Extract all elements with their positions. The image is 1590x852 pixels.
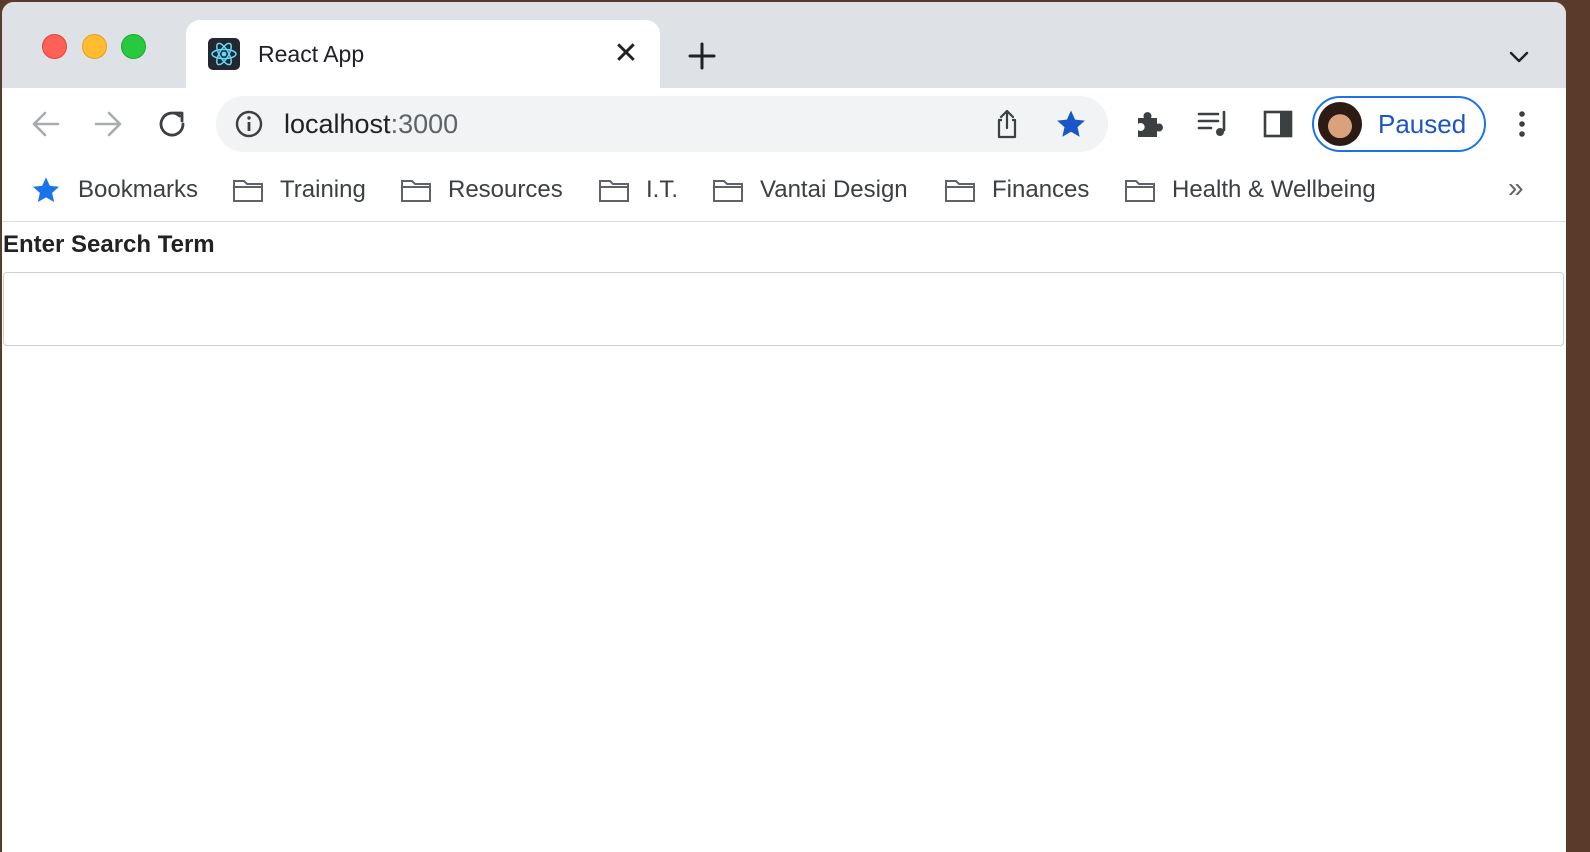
address-bar[interactable]: localhost:3000 bbox=[216, 96, 1108, 152]
side-panel-icon[interactable] bbox=[1260, 106, 1296, 142]
tab-title: React App bbox=[258, 41, 365, 67]
bookmark-folder-it[interactable]: I.T. bbox=[598, 174, 678, 206]
search-term-label: Enter Search Term bbox=[3, 231, 215, 258]
forward-arrow-icon[interactable] bbox=[88, 104, 128, 144]
bookmark-bookmarks[interactable]: Bookmarks bbox=[30, 174, 198, 206]
folder-icon bbox=[944, 174, 976, 206]
url-host: localhost bbox=[284, 109, 391, 139]
avatar bbox=[1318, 102, 1362, 146]
page-content: Enter Search Term bbox=[2, 223, 1566, 852]
browser-toolbar: localhost:3000 Paused bbox=[2, 88, 1566, 160]
reload-icon[interactable] bbox=[152, 104, 192, 144]
browser-menu-icon[interactable] bbox=[1506, 108, 1538, 140]
profile-status-label: Paused bbox=[1378, 109, 1467, 139]
bookmark-label: Finances bbox=[992, 176, 1090, 203]
folder-icon bbox=[400, 174, 432, 206]
bookmark-folder-finances[interactable]: Finances bbox=[944, 174, 1089, 206]
bookmark-label: Health & Wellbeing bbox=[1172, 176, 1376, 203]
media-queue-icon[interactable] bbox=[1196, 106, 1232, 142]
site-info-icon[interactable] bbox=[234, 109, 264, 139]
back-arrow-icon[interactable] bbox=[26, 104, 66, 144]
new-tab-button[interactable] bbox=[684, 38, 720, 74]
close-window-button[interactable] bbox=[42, 34, 67, 59]
profile-button[interactable]: Paused bbox=[1312, 96, 1486, 152]
browser-window: React App ✕ localhost:3000 Paused Bookma… bbox=[2, 2, 1566, 852]
search-input[interactable] bbox=[3, 272, 1564, 346]
bookmark-star-icon[interactable] bbox=[1054, 107, 1088, 141]
tab-strip: React App ✕ bbox=[2, 2, 1566, 88]
share-icon[interactable] bbox=[991, 108, 1023, 140]
star-icon bbox=[30, 174, 62, 206]
folder-icon bbox=[598, 174, 630, 206]
folder-icon bbox=[1124, 174, 1156, 206]
tab-close-icon[interactable]: ✕ bbox=[612, 39, 640, 69]
extensions-puzzle-icon[interactable] bbox=[1132, 106, 1168, 142]
tab-react-app[interactable]: React App ✕ bbox=[186, 20, 660, 88]
bookmark-label: I.T. bbox=[646, 176, 679, 203]
url-text: localhost:3000 bbox=[284, 109, 458, 140]
bookmark-label: Resources bbox=[448, 176, 563, 203]
folder-icon bbox=[712, 174, 744, 206]
bookmark-folder-vantai-design[interactable]: Vantai Design bbox=[712, 174, 908, 206]
bookmark-label: Bookmarks bbox=[78, 176, 199, 203]
minimize-window-button[interactable] bbox=[82, 34, 107, 59]
url-port: :3000 bbox=[390, 109, 459, 139]
bookmarks-overflow-chevron-icon[interactable]: » bbox=[1508, 172, 1524, 204]
bookmark-folder-training[interactable]: Training bbox=[232, 174, 366, 206]
bookmark-label: Training bbox=[280, 176, 366, 203]
bookmark-label: Vantai Design bbox=[760, 176, 908, 203]
bookmarks-bar: Bookmarks Training Resources I.T. Vantai… bbox=[2, 160, 1566, 222]
bookmark-folder-resources[interactable]: Resources bbox=[400, 174, 563, 206]
folder-icon bbox=[232, 174, 264, 206]
maximize-window-button[interactable] bbox=[121, 34, 146, 59]
bookmark-folder-health-wellbeing[interactable]: Health & Wellbeing bbox=[1124, 174, 1376, 206]
tab-search-chevron-icon[interactable] bbox=[1504, 42, 1534, 72]
react-logo-icon bbox=[208, 38, 240, 70]
